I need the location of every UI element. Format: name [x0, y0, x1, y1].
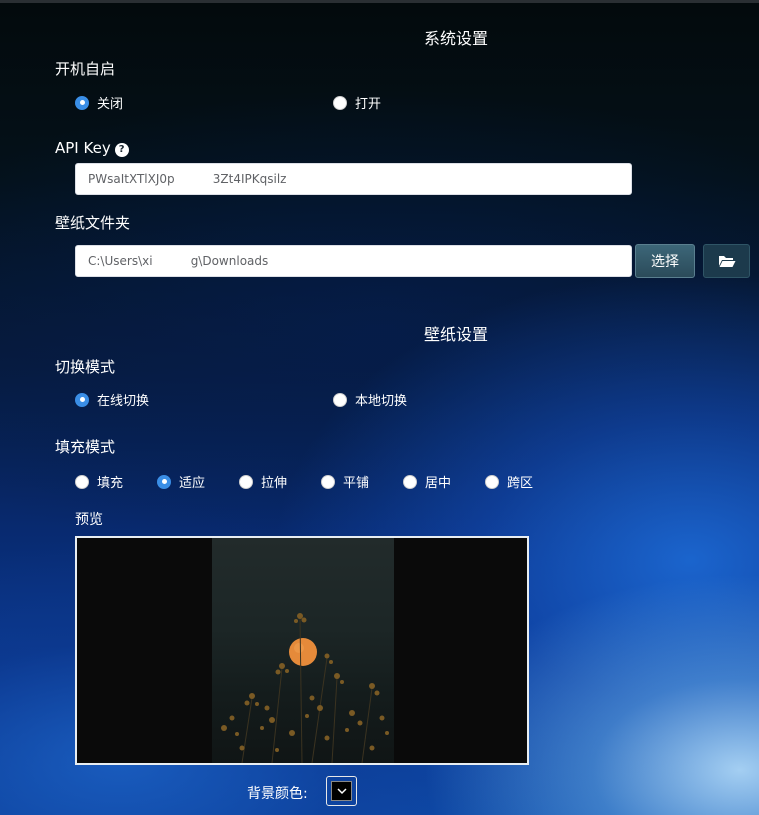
fill-mode-fit-radio[interactable]: 适应 — [157, 472, 205, 491]
switch-online-label: 在线切换 — [97, 394, 150, 409]
preview-label: 预览 — [75, 512, 103, 528]
radio-unchecked-icon — [485, 474, 499, 489]
switch-mode-label: 切换模式 — [55, 358, 116, 376]
wallpaper-settings-title: 壁纸设置 — [424, 325, 489, 344]
moon-flowers-illustration — [221, 613, 389, 763]
radio-unchecked-icon — [321, 474, 335, 489]
autostart-on-radio[interactable]: 打开 — [333, 93, 381, 112]
folder-open-icon — [718, 256, 735, 267]
radio-checked-icon — [75, 95, 89, 110]
radio-unchecked-icon — [333, 95, 347, 110]
background-color-swatch — [331, 781, 352, 801]
fill-mode-label: 填充模式 — [55, 438, 116, 456]
switch-online-radio[interactable]: 在线切换 — [75, 390, 149, 409]
autostart-label: 开机自启 — [55, 60, 116, 78]
radio-unchecked-icon — [75, 474, 89, 489]
wallpaper-folder-label: 壁纸文件夹 — [55, 214, 131, 232]
fill-mode-tile-radio[interactable]: 平铺 — [321, 472, 369, 491]
radio-checked-icon — [157, 474, 171, 489]
background-color-label: 背景颜色: — [247, 786, 308, 802]
open-folder-button[interactable] — [703, 244, 750, 278]
wallpaper-folder-input[interactable] — [75, 245, 632, 277]
fill-mode-span-label: 跨区 — [507, 476, 534, 491]
system-settings-title: 系统设置 — [424, 29, 489, 48]
background-color-picker[interactable] — [326, 776, 357, 806]
fill-mode-tile-label: 平铺 — [343, 476, 370, 491]
fill-mode-stretch-radio[interactable]: 拉伸 — [239, 472, 287, 491]
question-circle-icon[interactable]: ? — [114, 142, 129, 157]
autostart-off-radio[interactable]: 关闭 — [75, 93, 123, 112]
select-folder-button[interactable]: 选择 — [635, 244, 695, 278]
switch-local-label: 本地切换 — [355, 394, 408, 409]
radio-unchecked-icon — [239, 474, 253, 489]
fill-mode-fill-radio[interactable]: 填充 — [75, 472, 123, 491]
api-key-input[interactable] — [75, 163, 632, 195]
fill-mode-fit-label: 适应 — [179, 476, 206, 491]
api-key-label: API Key — [55, 139, 111, 157]
wallpaper-preview-image — [212, 538, 394, 763]
fill-mode-stretch-label: 拉伸 — [261, 476, 288, 491]
chevron-down-icon — [336, 788, 347, 795]
fill-mode-center-label: 居中 — [425, 476, 452, 491]
fill-mode-fill-label: 填充 — [97, 476, 124, 491]
switch-local-radio[interactable]: 本地切换 — [333, 390, 407, 409]
wallpaper-preview — [75, 536, 529, 765]
autostart-on-label: 打开 — [355, 97, 382, 112]
api-key-label-row: API Key? — [55, 139, 129, 157]
window-top-border — [0, 0, 759, 3]
radio-unchecked-icon — [403, 474, 417, 489]
radio-unchecked-icon — [333, 392, 347, 407]
fill-mode-center-radio[interactable]: 居中 — [403, 472, 451, 491]
autostart-off-label: 关闭 — [97, 97, 124, 112]
fill-mode-span-radio[interactable]: 跨区 — [485, 472, 533, 491]
radio-checked-icon — [75, 392, 89, 407]
